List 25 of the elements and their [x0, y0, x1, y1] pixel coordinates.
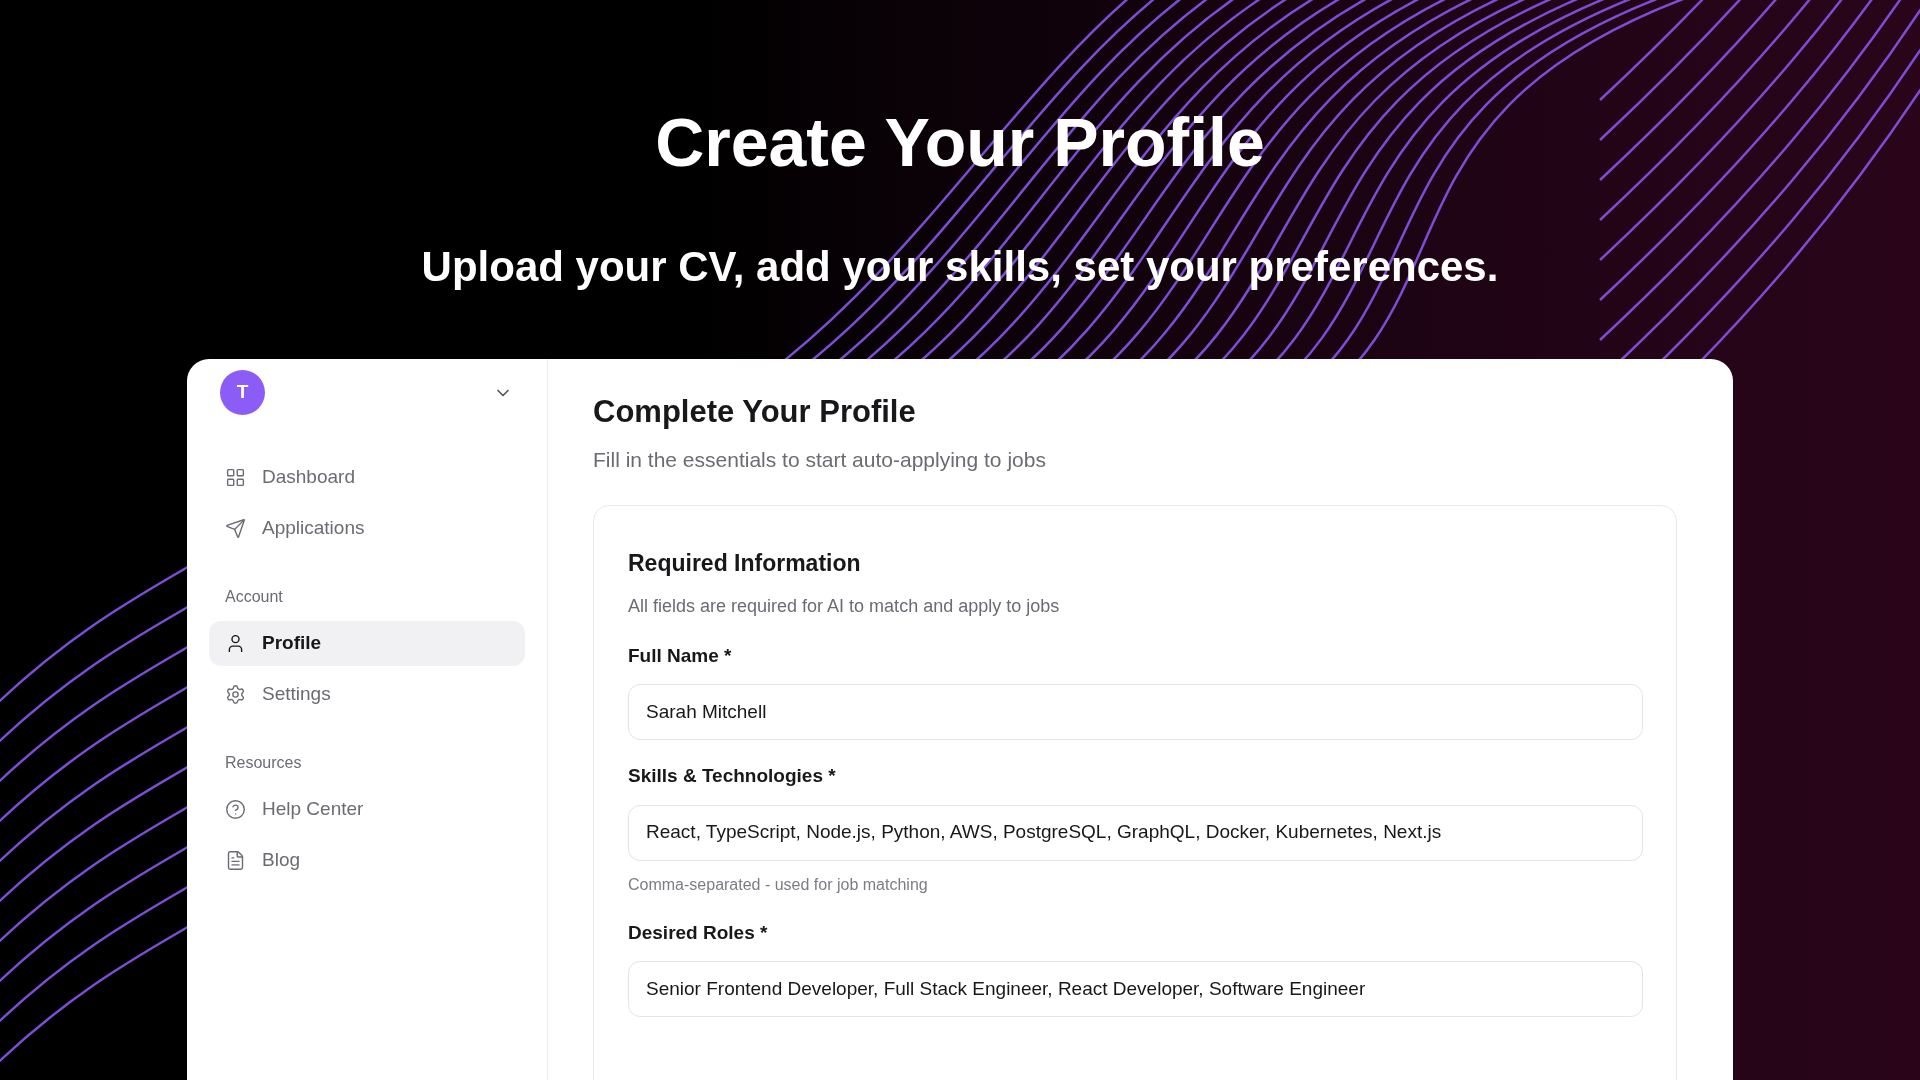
sidebar-item[interactable]: Applications [209, 506, 525, 551]
grid-icon [225, 467, 246, 488]
sidebar-item[interactable]: Help Center [209, 787, 525, 832]
field-label: Full Name * [628, 643, 733, 668]
page-title: Complete Your Profile [593, 393, 917, 431]
card-description: All fields are required for AI to match and apply to jobs [628, 594, 1061, 618]
document-icon [225, 850, 246, 871]
card-title: Required Information [628, 549, 862, 578]
field-hint: Comma-separated - used for job matching [628, 874, 929, 895]
text-field[interactable]: Sarah Mitchell [628, 684, 1643, 740]
page-subtitle: Fill in the essentials to start auto-applying to jobs [593, 446, 1047, 473]
paper-plane-icon [225, 518, 246, 539]
avatar[interactable]: T [220, 370, 265, 415]
help-icon [225, 799, 246, 820]
field-label: Desired Roles * [628, 920, 769, 945]
sidebar-item[interactable]: Profile [209, 621, 525, 666]
text-field[interactable]: React, TypeScript, Node.js, Python, AWS, PostgreSQL, GraphQL, Docker, Kubernetes, Next.js [628, 804, 1643, 861]
sidebar-item[interactable]: Settings [209, 672, 525, 717]
settings-icon [225, 684, 246, 705]
sidebar-item[interactable]: Dashboard [209, 455, 525, 500]
field-label: Skills & Technologies * [628, 764, 837, 788]
section-heading: Resources [224, 753, 303, 773]
section-heading: Account [224, 587, 284, 607]
text-field[interactable]: Senior Frontend Developer, Full Stack Engineer, React Developer, Software Engineer [628, 961, 1643, 1017]
sidebar-item[interactable]: Blog [209, 838, 525, 883]
